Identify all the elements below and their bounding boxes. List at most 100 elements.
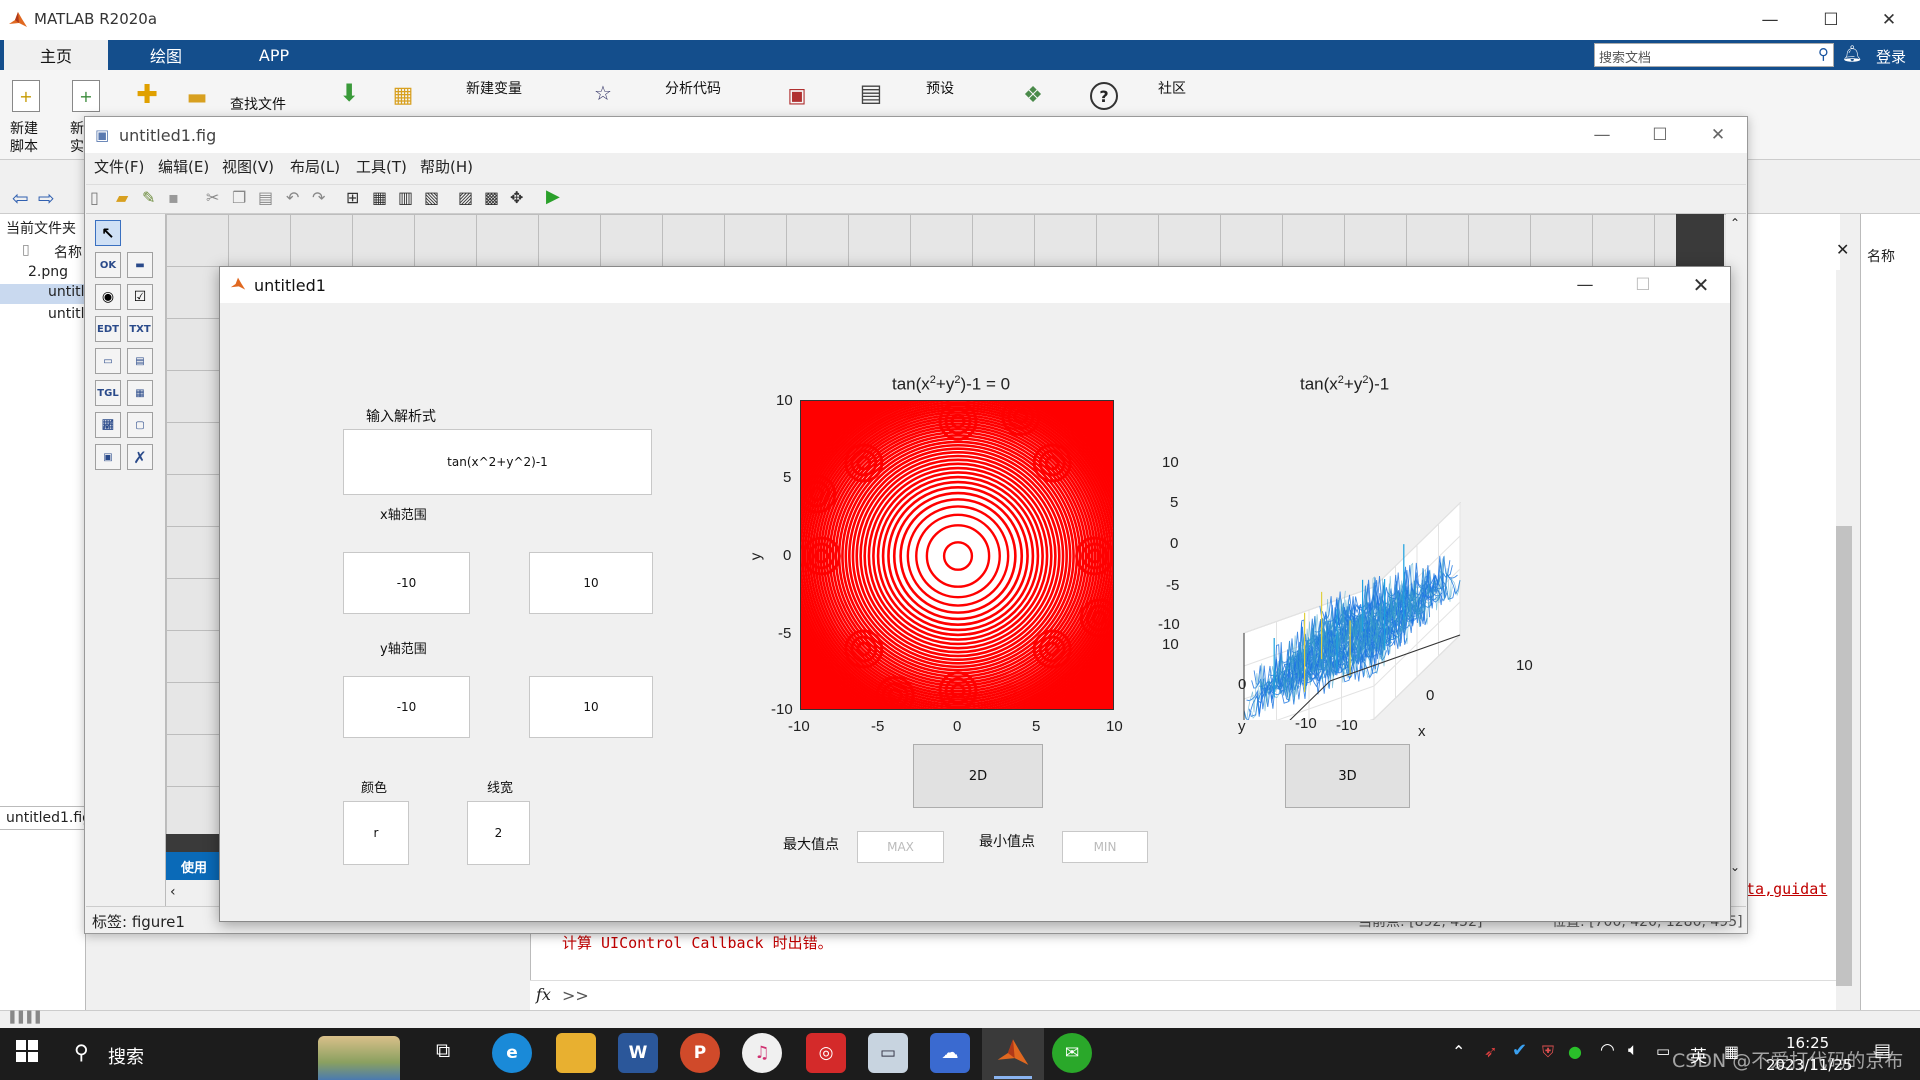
back-arrow-icon[interactable]: ⇦ xyxy=(12,186,29,210)
file-item-png[interactable]: 2.png xyxy=(28,264,68,280)
open-icon[interactable]: ▰ xyxy=(116,188,128,207)
name-column-header[interactable]: 名称 xyxy=(54,242,82,262)
plot-3d-button[interactable]: 3D xyxy=(1285,744,1410,808)
login-link[interactable]: 登录 xyxy=(1876,46,1906,67)
scroll-left-icon[interactable]: ‹ xyxy=(170,884,176,900)
min-input[interactable]: MIN xyxy=(1062,831,1148,863)
import-data-icon[interactable]: ⬇ xyxy=(336,79,362,107)
bell-icon[interactable]: 🔔︎ xyxy=(1842,44,1862,63)
command-prompt-bar[interactable]: fx >> xyxy=(530,980,1840,1010)
plot3d-axes[interactable] xyxy=(1180,400,1510,720)
edit-text-tool-icon[interactable]: EDT xyxy=(95,316,121,342)
pushbutton-tool-icon[interactable]: OK xyxy=(95,252,121,278)
favorites-icon[interactable]: ☆ xyxy=(590,80,616,106)
xmax-input[interactable]: 10 xyxy=(529,552,653,614)
workspace-name-header[interactable]: 名称 xyxy=(1867,246,1895,266)
matlab-taskbar-icon[interactable] xyxy=(996,1036,1030,1070)
max-input[interactable]: MAX xyxy=(857,831,944,863)
remote-desktop-icon[interactable]: ▭ xyxy=(868,1033,908,1073)
property-inspector-icon[interactable]: ▩ xyxy=(484,188,499,207)
forward-arrow-icon[interactable]: ⇨ xyxy=(38,186,55,210)
save-icon[interactable]: ✎ xyxy=(142,188,155,207)
itunes-icon[interactable]: ♫ xyxy=(742,1033,782,1073)
ymin-input[interactable]: -10 xyxy=(343,676,470,738)
ymax-input[interactable]: 10 xyxy=(529,676,653,738)
command-scrollbar[interactable] xyxy=(1836,270,1852,1010)
tray-check-icon[interactable]: ✔ xyxy=(1512,1040,1527,1061)
volume-icon[interactable]: 🔈︎ xyxy=(1628,1040,1638,1060)
static-text-tool-icon[interactable]: TXT xyxy=(127,316,153,342)
tray-wechat-icon[interactable]: ● xyxy=(1568,1042,1582,1061)
taskbar-search-icon[interactable]: ⚲ xyxy=(74,1040,89,1064)
align-icon[interactable]: ⊞ xyxy=(346,188,359,207)
task-view-icon[interactable]: ⧉ xyxy=(436,1038,450,1062)
xmin-input[interactable]: -10 xyxy=(343,552,470,614)
editor-icon[interactable]: ▨ xyxy=(458,188,473,207)
use-button[interactable]: 使用 xyxy=(166,852,222,880)
tab-home[interactable]: 主页 xyxy=(4,40,108,70)
figure-minimize-button[interactable]: — xyxy=(1562,267,1608,303)
taskbar-search[interactable]: 搜索 xyxy=(108,1043,144,1069)
search-input[interactable]: 搜索文档 ⚲ xyxy=(1594,43,1834,67)
simulink-icon[interactable]: ▣ xyxy=(784,82,810,108)
close-button[interactable]: ✕ xyxy=(1866,0,1912,40)
panel-tool-icon[interactable]: ▢ xyxy=(127,412,153,438)
guide-maximize-button[interactable]: ☐ xyxy=(1637,117,1683,153)
new-script-icon[interactable]: + xyxy=(12,80,40,112)
tab-order-icon[interactable]: ▥ xyxy=(398,188,413,207)
word-icon[interactable]: W xyxy=(618,1033,658,1073)
guide-minimize-button[interactable]: — xyxy=(1579,117,1625,153)
new-file-icon[interactable]: ▯ xyxy=(90,188,99,207)
new-variable-button[interactable]: 新建变量 xyxy=(466,78,522,98)
preferences-button[interactable]: 预设 xyxy=(926,78,954,98)
plot-2d-button[interactable]: 2D xyxy=(913,744,1043,808)
scroll-up-icon[interactable]: ⌃ xyxy=(1730,216,1740,230)
button-group-tool-icon[interactable]: ▣ xyxy=(95,444,121,470)
guide-close-button[interactable]: ✕ xyxy=(1695,117,1741,153)
tab-apps[interactable]: APP xyxy=(224,40,324,70)
workspace-icon[interactable]: ▦ xyxy=(390,82,416,108)
help-icon[interactable]: ? xyxy=(1090,82,1118,110)
menu-layout[interactable]: 布局(L) xyxy=(290,156,340,177)
axes-tool-icon[interactable]: 📈︎ xyxy=(95,412,121,438)
fx-icon[interactable]: fx xyxy=(536,985,551,1004)
tray-shield-icon[interactable]: ⛨ xyxy=(1542,1042,1554,1062)
menu-view[interactable]: 视图(V) xyxy=(222,156,274,177)
scroll-down-icon[interactable]: ⌄ xyxy=(1730,860,1740,874)
windows-start-icon[interactable] xyxy=(16,1040,40,1064)
battery-icon[interactable]: ▭ xyxy=(1656,1042,1670,1060)
undo-icon[interactable]: ↶ xyxy=(286,188,299,207)
new-live-script-icon[interactable]: + xyxy=(72,80,100,112)
netease-music-icon[interactable]: ◎ xyxy=(806,1033,846,1073)
object-browser-icon[interactable]: ✥ xyxy=(510,188,523,207)
listbox-tool-icon[interactable]: ▤ xyxy=(127,348,153,374)
layout-icon[interactable]: ▤ xyxy=(858,79,884,107)
tray-overflow-icon[interactable]: ⌃ xyxy=(1452,1042,1465,1061)
maximize-button[interactable]: ☐ xyxy=(1808,0,1854,40)
expr-input[interactable]: tan(x^2+y^2)-1 xyxy=(343,429,652,495)
minimize-button[interactable]: — xyxy=(1747,0,1793,40)
menu-tools[interactable]: 工具(T) xyxy=(356,156,407,177)
checkbox-tool-icon[interactable]: ☑ xyxy=(127,284,153,310)
color-input[interactable]: r xyxy=(343,801,409,865)
figure-close-button[interactable]: ✕ xyxy=(1678,267,1724,303)
new-icon[interactable]: ✚ xyxy=(134,80,160,110)
wechat-icon[interactable]: ✉ xyxy=(1052,1033,1092,1073)
menu-editor-icon[interactable]: ▦ xyxy=(372,188,387,207)
find-files-button[interactable]: 查找文件 xyxy=(230,94,286,114)
radio-tool-icon[interactable]: ◉ xyxy=(95,284,121,310)
file-item-fig[interactable]: untitled1.fig xyxy=(0,284,133,304)
menu-edit[interactable]: 编辑(E) xyxy=(158,156,209,177)
tray-app-icon[interactable]: ➶ xyxy=(1484,1042,1497,1061)
run-icon[interactable]: ▶ xyxy=(546,186,560,207)
new-script-label[interactable]: 新建 脚本 xyxy=(10,120,38,156)
open-folder-icon[interactable]: ▬ xyxy=(184,84,210,110)
analyze-code-button[interactable]: 分析代码 xyxy=(665,78,721,98)
edge-icon[interactable]: e xyxy=(492,1033,532,1073)
slider-tool-icon[interactable]: ▬ xyxy=(127,252,153,278)
addons-icon[interactable]: ❖ xyxy=(1020,82,1046,108)
tab-plots[interactable]: 绘图 xyxy=(116,40,216,70)
toolbar-editor-icon[interactable]: ▧ xyxy=(424,188,439,207)
menu-file[interactable]: 文件(F) xyxy=(94,156,144,177)
menu-help[interactable]: 帮助(H) xyxy=(420,156,473,177)
